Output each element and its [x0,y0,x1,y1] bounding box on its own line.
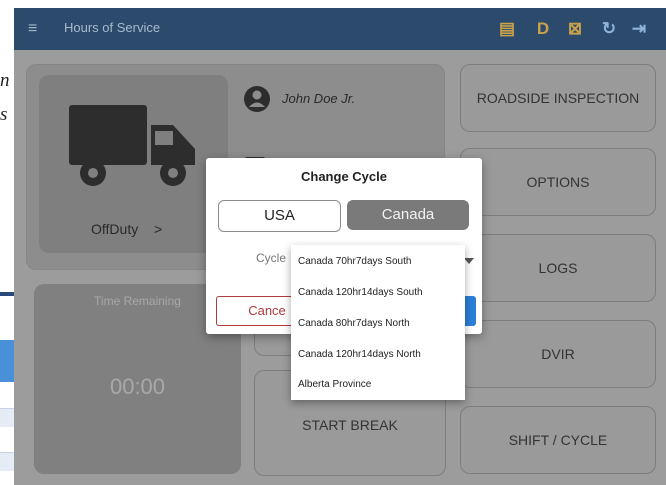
driver-status-icon[interactable]: D [532,18,554,40]
status-tile[interactable]: OffDuty > [39,75,228,253]
dvir-button[interactable]: DVIR [460,320,656,388]
chevron-down-icon[interactable] [464,258,474,264]
doc-table-header [0,340,14,382]
cycle-option[interactable]: Canada 70hr7days South [291,246,465,277]
doc-table-row [0,408,14,427]
roadside-inspection-button[interactable]: ROADSIDE INSPECTION [460,64,656,132]
time-remaining-value: 00:00 [109,374,166,399]
app-title: Hours of Service [64,20,161,35]
canada-toggle[interactable]: Canada [347,200,469,230]
options-button[interactable]: OPTIONS [460,148,656,216]
refresh-icon[interactable]: ↻ [598,18,620,40]
doc-table-row [0,452,14,471]
cycle-option[interactable]: Canada 80hr7days North [291,308,465,339]
logout-icon[interactable]: ⇥ [628,18,650,40]
logs-button[interactable]: LOGS [460,234,656,302]
dialog-title: Change Cycle [301,169,387,184]
usa-toggle[interactable]: USA [218,200,341,232]
driver-name: John Doe Jr. [282,91,356,106]
cycle-label: Cycle [256,251,287,265]
chevron-right-icon: > [154,221,163,237]
cycle-dropdown: Canada 70hr7days South Canada 120hr14day… [291,245,465,400]
menu-icon[interactable]: ≡ [28,20,46,38]
doc-divider [0,292,14,296]
cycle-option[interactable]: Alberta Province [291,369,465,400]
cycle-option[interactable]: Canada 120hr14days South [291,277,465,308]
user-avatar-icon [244,86,270,112]
doc-text-fragment-1: n [0,70,10,91]
shift-cycle-button[interactable]: SHIFT / CYCLE [460,406,656,474]
start-break-label: START BREAK [302,417,398,433]
truck-icon [69,105,195,186]
duty-status-label: OffDuty [91,221,139,237]
cycle-option[interactable]: Canada 120hr14days North [291,339,465,370]
sync-icon[interactable]: ⊠ [564,18,586,40]
doc-text-fragment-2: s [0,104,8,125]
messages-icon[interactable]: ▤ [496,18,518,40]
app-bar: ≡ Hours of Service ▤ D ⊠ ↻ ⇥ [14,8,666,50]
